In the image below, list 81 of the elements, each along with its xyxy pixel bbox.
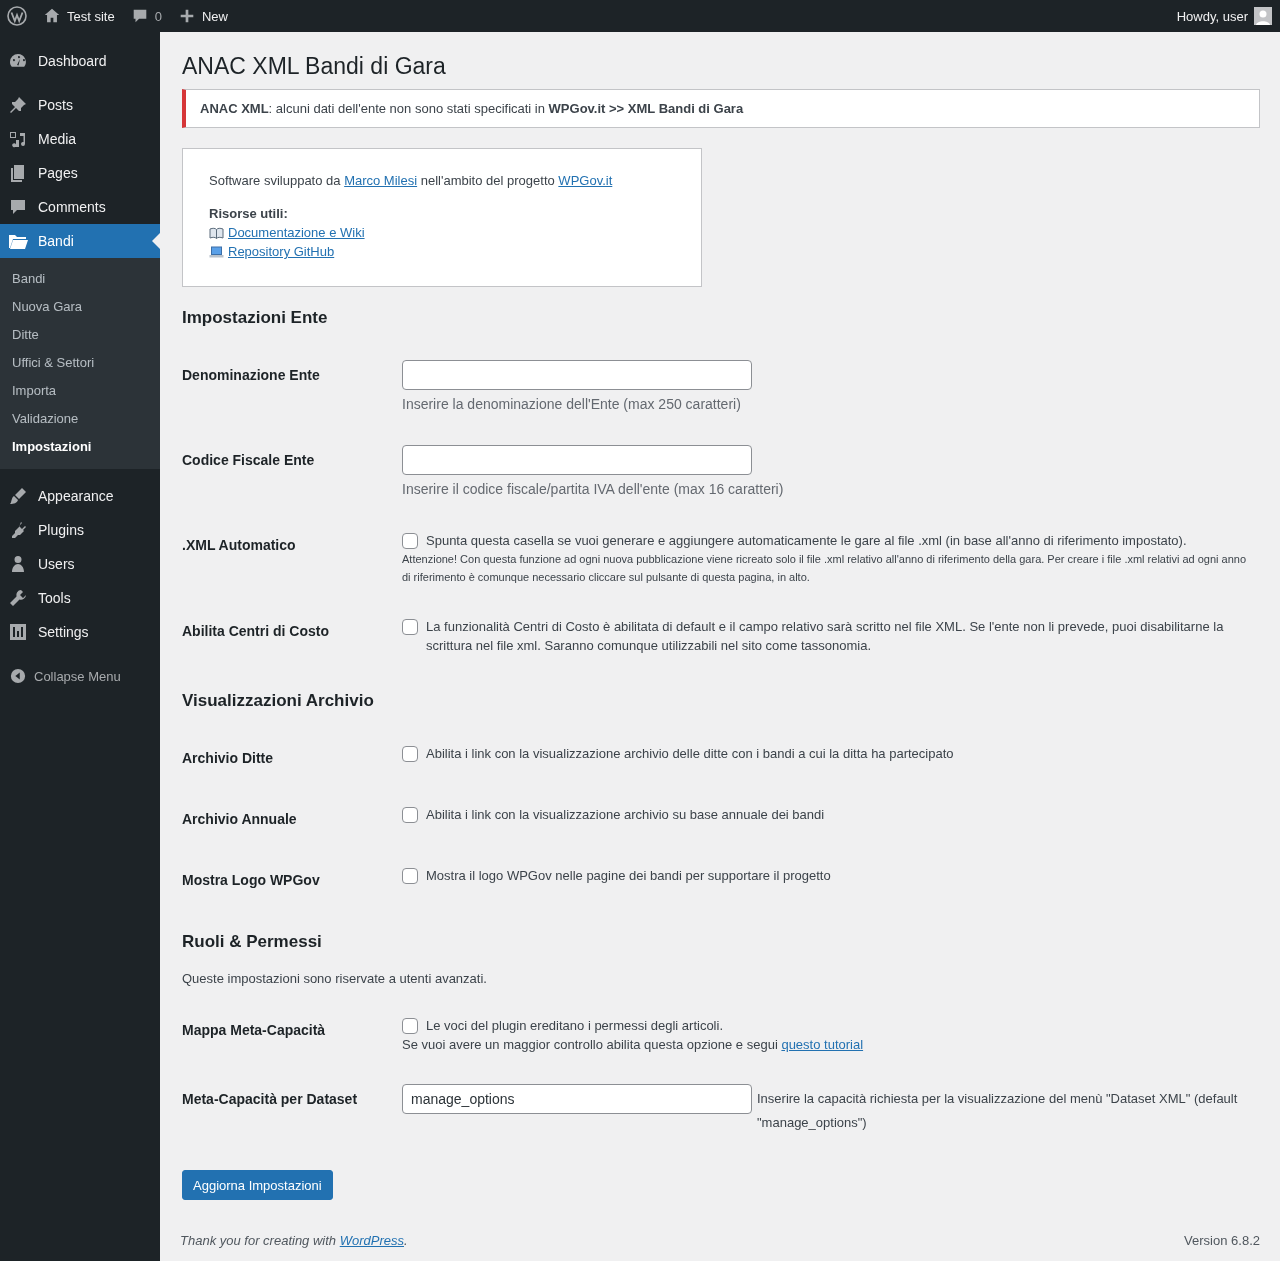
checkbox[interactable] bbox=[402, 533, 418, 549]
credits-text: Software sviluppato da Marco Milesi nell'ambito del progetto WPGov.it bbox=[209, 173, 613, 188]
avatar-icon bbox=[1254, 7, 1272, 25]
checkbox[interactable] bbox=[402, 1018, 418, 1034]
page-title: ANAC XML Bandi di Gara bbox=[182, 52, 447, 81]
field-label: Codice Fiscale Ente bbox=[182, 451, 316, 470]
checkbox[interactable] bbox=[402, 619, 418, 635]
link[interactable]: WordPress bbox=[339, 1233, 404, 1248]
text-field[interactable] bbox=[402, 360, 752, 390]
comment-bubble-icon bbox=[8, 197, 28, 217]
section-description: Queste impostazioni sono riservate a utenti avanzati. bbox=[182, 970, 488, 988]
field-label: Denominazione Ente bbox=[182, 366, 321, 385]
footer-credits-text: Thank you for creating with WordPress. bbox=[180, 1233, 408, 1248]
submenu-item[interactable]: Validazione bbox=[0, 405, 160, 433]
settings-icon bbox=[8, 622, 28, 642]
menu-item[interactable]: Dashboard bbox=[0, 44, 160, 78]
brush-icon bbox=[8, 486, 28, 506]
link[interactable]: Documentazione e Wiki bbox=[228, 223, 365, 242]
checkbox-label: Spunta questa casella se vuoi generare e aggiungere automaticamente le gare al file .xml (in base all'anno di riferimento impostato). bbox=[426, 532, 1187, 550]
site-name-link[interactable]: Test site bbox=[35, 0, 123, 32]
new-content-link[interactable]: New bbox=[169, 0, 236, 32]
checkbox-label: Mostra il logo WPGov nelle pagine dei bandi per supportare il progetto bbox=[426, 867, 831, 885]
comments-link[interactable]: 0 bbox=[122, 0, 170, 32]
menu-item[interactable]: Tools bbox=[0, 581, 160, 615]
link[interactable]: WPGov.it bbox=[558, 173, 613, 188]
field-label: Meta-Capacità per Dataset bbox=[182, 1090, 359, 1109]
wrench-icon bbox=[8, 588, 28, 608]
section-heading: Impostazioni Ente bbox=[182, 307, 329, 329]
checkbox-label: Abilita i link con la visualizzazione archivio su base annuale dei bandi bbox=[426, 806, 825, 824]
link[interactable]: Marco Milesi bbox=[344, 173, 418, 188]
text-field[interactable] bbox=[402, 445, 752, 475]
checkbox[interactable] bbox=[402, 868, 418, 884]
submenu-item[interactable]: Uffici & Settori bbox=[0, 349, 160, 377]
help-text: Se vuoi avere un maggior controllo abilita questa opzione e segui questo tutorial bbox=[402, 1037, 864, 1052]
checkbox[interactable] bbox=[402, 746, 418, 762]
checkbox[interactable] bbox=[402, 807, 418, 823]
collapse-menu-button[interactable]: Collapse Menu bbox=[0, 659, 160, 693]
menu-item[interactable]: Media bbox=[0, 122, 160, 156]
warning-note: Attenzione! Con questa funzione ad ogni nuova pubblicazione viene ricreato solo il file .xml relativo all'anno di riferimento della gara. Per creare i file .xml relativi ad ogni anno di riferimento è comunque necessario cliccare sul pulsante di questa pagina, in alto. bbox=[402, 552, 1248, 585]
submenu-item[interactable]: Nuova Gara bbox=[0, 293, 160, 321]
submenu-item[interactable]: Importa bbox=[0, 377, 160, 405]
section-heading: Ruoli & Permessi bbox=[182, 931, 323, 953]
book-icon bbox=[209, 225, 224, 240]
field-description: Inserire la denominazione dell'Ente (max 250 caratteri) bbox=[402, 395, 742, 414]
media-icon bbox=[8, 129, 28, 149]
field-label: Mostra Logo WPGov bbox=[182, 871, 321, 890]
section-heading: Visualizzazioni Archivio bbox=[182, 690, 375, 712]
link[interactable]: Repository GitHub bbox=[228, 242, 335, 261]
field-label: Archivio Annuale bbox=[182, 810, 298, 829]
save-settings-button[interactable]: Aggiorna Impostazioni bbox=[182, 1170, 333, 1200]
link[interactable]: questo tutorial bbox=[781, 1037, 864, 1052]
menu-item[interactable]: Users bbox=[0, 547, 160, 581]
text-field[interactable]: manage_options bbox=[402, 1084, 752, 1114]
menu-item[interactable]: Plugins bbox=[0, 513, 160, 547]
user-account-link[interactable]: Howdy, user bbox=[1168, 0, 1272, 32]
laptop-icon bbox=[209, 244, 224, 259]
checkbox-label: Le voci del plugin ereditano i permessi degli articoli. bbox=[426, 1017, 723, 1035]
wordpress-logo-icon bbox=[7, 6, 27, 26]
error-notice: ANAC XML: alcuni dati dell'ente non sono stati specificati in WPGov.it >> XML Bandi di Gara bbox=[182, 89, 1260, 128]
resources-heading: Risorse utili: bbox=[209, 205, 289, 223]
pin-icon bbox=[8, 95, 28, 115]
field-description: Inserire la capacità richiesta per la visualizzazione del menù "Dataset XML" (default "manage_options") bbox=[757, 1090, 1239, 1132]
version-text: Version 6.8.2 bbox=[1184, 1233, 1260, 1248]
menu-item[interactable]: Comments bbox=[0, 190, 160, 224]
menu-item[interactable]: Appearance bbox=[0, 479, 160, 513]
menu-item[interactable]: Pages bbox=[0, 156, 160, 190]
submenu-item[interactable]: Ditte bbox=[0, 321, 160, 349]
field-label: Archivio Ditte bbox=[182, 749, 274, 768]
menu-item[interactable]: Bandi bbox=[0, 224, 160, 258]
checkbox-label: Abilita i link con la visualizzazione archivio delle ditte con i bandi a cui la ditta ha partecipato bbox=[426, 745, 954, 763]
field-label: Mappa Meta-Capacità bbox=[182, 1021, 327, 1040]
submenu-item[interactable]: Bandi bbox=[0, 265, 160, 293]
field-label: .XML Automatico bbox=[182, 536, 297, 555]
checkbox-label: La funzionalità Centri di Costo è abilitata di default e il campo relativo sarà scritto nel file XML. Se l'ente non li prevede, puoi disabilitarne la scrittura nel file xml. Saranno comunque utilizzabili nel sito come tassonomia. bbox=[426, 618, 1225, 655]
menu-item[interactable]: Settings bbox=[0, 615, 160, 649]
home-icon bbox=[43, 7, 61, 25]
field-description: Inserire il codice fiscale/partita IVA dell'ente (max 16 caratteri) bbox=[402, 480, 785, 499]
submenu-item[interactable]: Impostazioni bbox=[0, 433, 160, 461]
collapse-icon bbox=[10, 668, 26, 684]
menu-item[interactable]: Posts bbox=[0, 88, 160, 122]
field-label: Abilita Centri di Costo bbox=[182, 622, 330, 641]
